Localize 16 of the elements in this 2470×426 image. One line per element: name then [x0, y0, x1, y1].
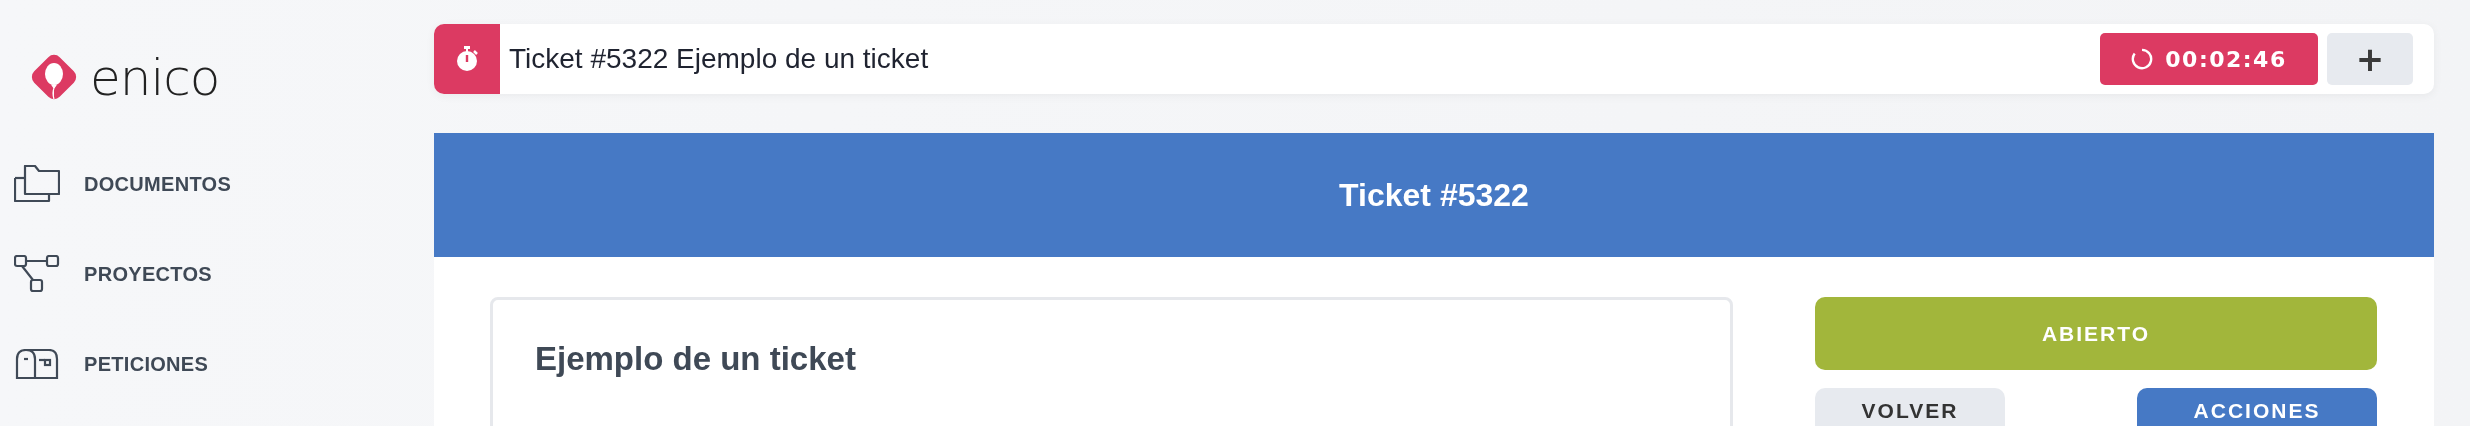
stopwatch-icon: [455, 46, 479, 72]
header-title: Ticket #5322: [1339, 176, 1529, 214]
logo-text: enico: [90, 53, 220, 103]
back-button[interactable]: VOLVER: [1815, 388, 2005, 426]
sidebar-item[interactable]: PROYECTOS: [14, 254, 434, 294]
timer-button[interactable]: 00:02:46: [2100, 33, 2318, 85]
sidebar-item[interactable]: PETICIONES: [14, 344, 434, 384]
spinner-icon: [2131, 48, 2154, 70]
add-button[interactable]: +: [2327, 33, 2413, 85]
mailbox-icon: [14, 349, 60, 379]
timer-title: Ticket #5322 Ejemplo de un ticket: [509, 43, 930, 75]
sidebar-item[interactable]: DOCUMENTOS: [14, 164, 434, 204]
actions-button[interactable]: ACCIONES: [2137, 388, 2377, 426]
nodes-icon: [14, 255, 60, 293]
ticket-title: Ejemplo de un ticket: [535, 340, 856, 378]
folders-icon: [14, 165, 60, 203]
